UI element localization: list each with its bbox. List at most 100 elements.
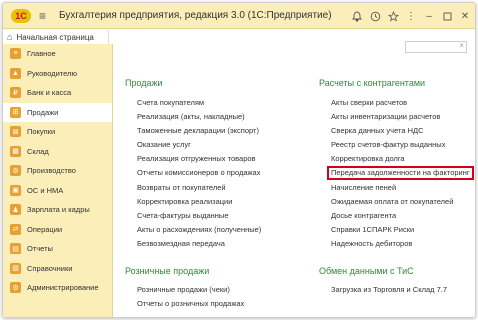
star-icon[interactable]: [387, 9, 399, 23]
app-logo: 1С: [11, 8, 31, 23]
menu-link-label: Передача задолженности на факторинг: [327, 166, 474, 181]
menu-link[interactable]: Акты о расхождениях (полученные): [137, 223, 261, 237]
tab-home[interactable]: ⌂ Начальная страница: [7, 30, 107, 44]
menu-link[interactable]: Счета покупателям: [137, 96, 261, 110]
tab-row: ⌂ Начальная страница: [3, 30, 109, 44]
menu-link[interactable]: Таможенные декларации (экспорт): [137, 124, 261, 138]
basket-icon: ⊠: [10, 126, 21, 138]
retail-section: Розничные продажи Розничные продажи (чек…: [125, 266, 244, 311]
menu-link-label: Загрузка из Торговля и Склад 7.7: [331, 285, 448, 294]
warehouse-icon: ▦: [10, 145, 21, 157]
menu-link[interactable]: Акты инвентаризации расчетов: [331, 110, 474, 124]
menu-link[interactable]: Начисление пеней: [331, 181, 474, 195]
menu-link[interactable]: Корректировка реализации: [137, 195, 261, 209]
section-title-sales: Продажи: [125, 78, 163, 88]
menu-link[interactable]: Ожидаемая оплата от покупателей: [331, 195, 474, 209]
maximize-icon[interactable]: [441, 9, 453, 23]
sidebar-item[interactable]: ▤ Отчеты: [3, 239, 112, 259]
menu-link-label: Безвозмездная передача: [137, 238, 225, 248]
sidebar-item[interactable]: ≡ Главное: [3, 44, 112, 64]
sidebar-item[interactable]: ▧ Справочники: [3, 259, 112, 279]
menu-link-label: Оказание услуг: [137, 140, 191, 150]
menu-link[interactable]: Возвраты от покупателей: [137, 181, 261, 195]
menu-link-label: Счета покупателям: [137, 98, 205, 107]
menu-link-label: Счета-фактуры выданные: [137, 210, 229, 220]
more-icon[interactable]: ⋮: [405, 9, 417, 23]
sidebar-item[interactable]: ⇄ Операции: [3, 220, 112, 240]
sidebar-item[interactable]: ⊠ Покупки: [3, 122, 112, 142]
menu-link-label: Начисление пеней: [331, 182, 397, 192]
sidebar-item[interactable]: ▦ Склад: [3, 142, 112, 162]
menu-link-label: Таможенные декларации (экспорт): [137, 126, 259, 136]
menu-link-label: Акты инвентаризации расчетов: [331, 112, 441, 122]
sidebar-item-label: Зарплата и кадры: [27, 205, 90, 215]
sidebar-item[interactable]: ▲ Руководителю: [3, 64, 112, 84]
menu-link-label: Реализация (акты, накладные): [137, 112, 245, 122]
menu-link[interactable]: Счета-фактуры выданные: [137, 209, 261, 223]
home-icon: ≡: [10, 48, 21, 60]
sidebar-item-label: Производство: [27, 166, 76, 176]
sidebar-item[interactable]: ▣ ОС и НМА: [3, 181, 112, 201]
menu-link[interactable]: Сверка данных учета НДС: [331, 124, 474, 138]
sidebar: ≡ Главное ▲ Руководителю ₽ Банк и касса ⊞ Прода…: [3, 44, 113, 317]
menu-link-label: Акты о расхождениях (полученные): [137, 224, 262, 234]
menu-link[interactable]: Передача задолженности на факторинг: [327, 166, 474, 181]
sidebar-item[interactable]: ⊞ Продажи: [3, 102, 112, 122]
menu-link[interactable]: Реализация (акты, накладные): [137, 110, 261, 124]
menu-link-label: Корректировка долга: [331, 154, 405, 164]
sidebar-item-label: Справочники: [27, 263, 73, 273]
menu-link-label: Реализация отгруженных товаров: [137, 154, 256, 164]
section-title-retail: Розничные продажи: [125, 266, 210, 276]
assets-icon: ▣: [10, 184, 21, 196]
people-icon: ♟: [10, 204, 21, 216]
menu-link-label: Реестр счетов-фактур выданных: [331, 140, 446, 150]
menu-link[interactable]: Безвозмездная передача: [137, 237, 261, 251]
menu-link[interactable]: Реестр счетов-фактур выданных: [331, 138, 474, 152]
minimize-icon[interactable]: –: [423, 9, 435, 23]
menu-link-label: Надежность дебиторов: [331, 238, 413, 248]
sidebar-item[interactable]: ⚙ Производство: [3, 161, 112, 181]
sidebar-item-label: Отчеты: [27, 244, 53, 254]
history-icon[interactable]: [369, 9, 381, 23]
sidebar-item-label: Операции: [27, 224, 63, 234]
menu-link-label: Акты сверки расчетов: [331, 98, 408, 107]
operations-icon: ⇄: [10, 223, 21, 235]
menu-link[interactable]: Отчеты о розничных продажах: [137, 297, 244, 311]
sidebar-item-label: Продажи: [27, 107, 59, 117]
menu-link[interactable]: Корректировка долга: [331, 152, 474, 166]
sidebar-item-label: Главное: [27, 49, 56, 59]
window-title: Бухгалтерия предприятия, редакция 3.0 (1…: [59, 10, 332, 21]
bell-icon[interactable]: [351, 9, 363, 23]
sidebar-item-label: Руководителю: [27, 68, 78, 78]
menu-link-label: Отчеты комиссионеров о продажах: [137, 168, 261, 178]
exchange-section: Обмен данными с ТиС Загрузка из Торговля…: [319, 266, 447, 297]
sidebar-item[interactable]: ♟ Зарплата и кадры: [3, 200, 112, 220]
menu-link[interactable]: Справки 1СПАРК Риски: [331, 223, 474, 237]
sidebar-item-label: Покупки: [27, 127, 56, 137]
menu-link-label: Корректировка реализации: [137, 196, 233, 206]
menu-link[interactable]: Загрузка из Торговля и Склад 7.7: [331, 283, 447, 297]
sidebar-item[interactable]: ₽ Банк и касса: [3, 83, 112, 103]
menu-link-label: Справки 1СПАРК Риски: [331, 224, 415, 234]
gear-icon: ⚙: [10, 282, 21, 294]
menu-icon[interactable]: ≡: [39, 9, 51, 23]
menu-link[interactable]: Отчеты комиссионеров о продажах: [137, 166, 261, 180]
reports-icon: ▤: [10, 243, 21, 255]
menu-link[interactable]: Акты сверки расчетов: [331, 96, 474, 110]
menu-link[interactable]: Оказание услуг: [137, 138, 261, 152]
search-input[interactable]: ×: [405, 41, 467, 53]
close-icon[interactable]: ✕: [459, 9, 471, 23]
clear-icon[interactable]: ×: [459, 41, 464, 50]
menu-link-label: Возвраты от покупателей: [137, 182, 226, 192]
menu-link[interactable]: Надежность дебиторов: [331, 237, 474, 251]
sidebar-item-label: Администрирование: [27, 283, 99, 293]
menu-link-label: Сверка данных учета НДС: [331, 126, 424, 136]
menu-link[interactable]: Реализация отгруженных товаров: [137, 152, 261, 166]
home-icon: ⌂: [7, 32, 13, 42]
sidebar-item[interactable]: ⚙ Администрирование: [3, 278, 112, 298]
menu-link[interactable]: Розничные продажи (чеки): [137, 283, 244, 297]
chart-icon: ▲: [10, 67, 21, 79]
menu-link-label: Розничные продажи (чеки): [137, 285, 230, 294]
menu-link[interactable]: Досье контрагента: [331, 209, 474, 223]
menu-link-label: Ожидаемая оплата от покупателей: [331, 196, 454, 206]
